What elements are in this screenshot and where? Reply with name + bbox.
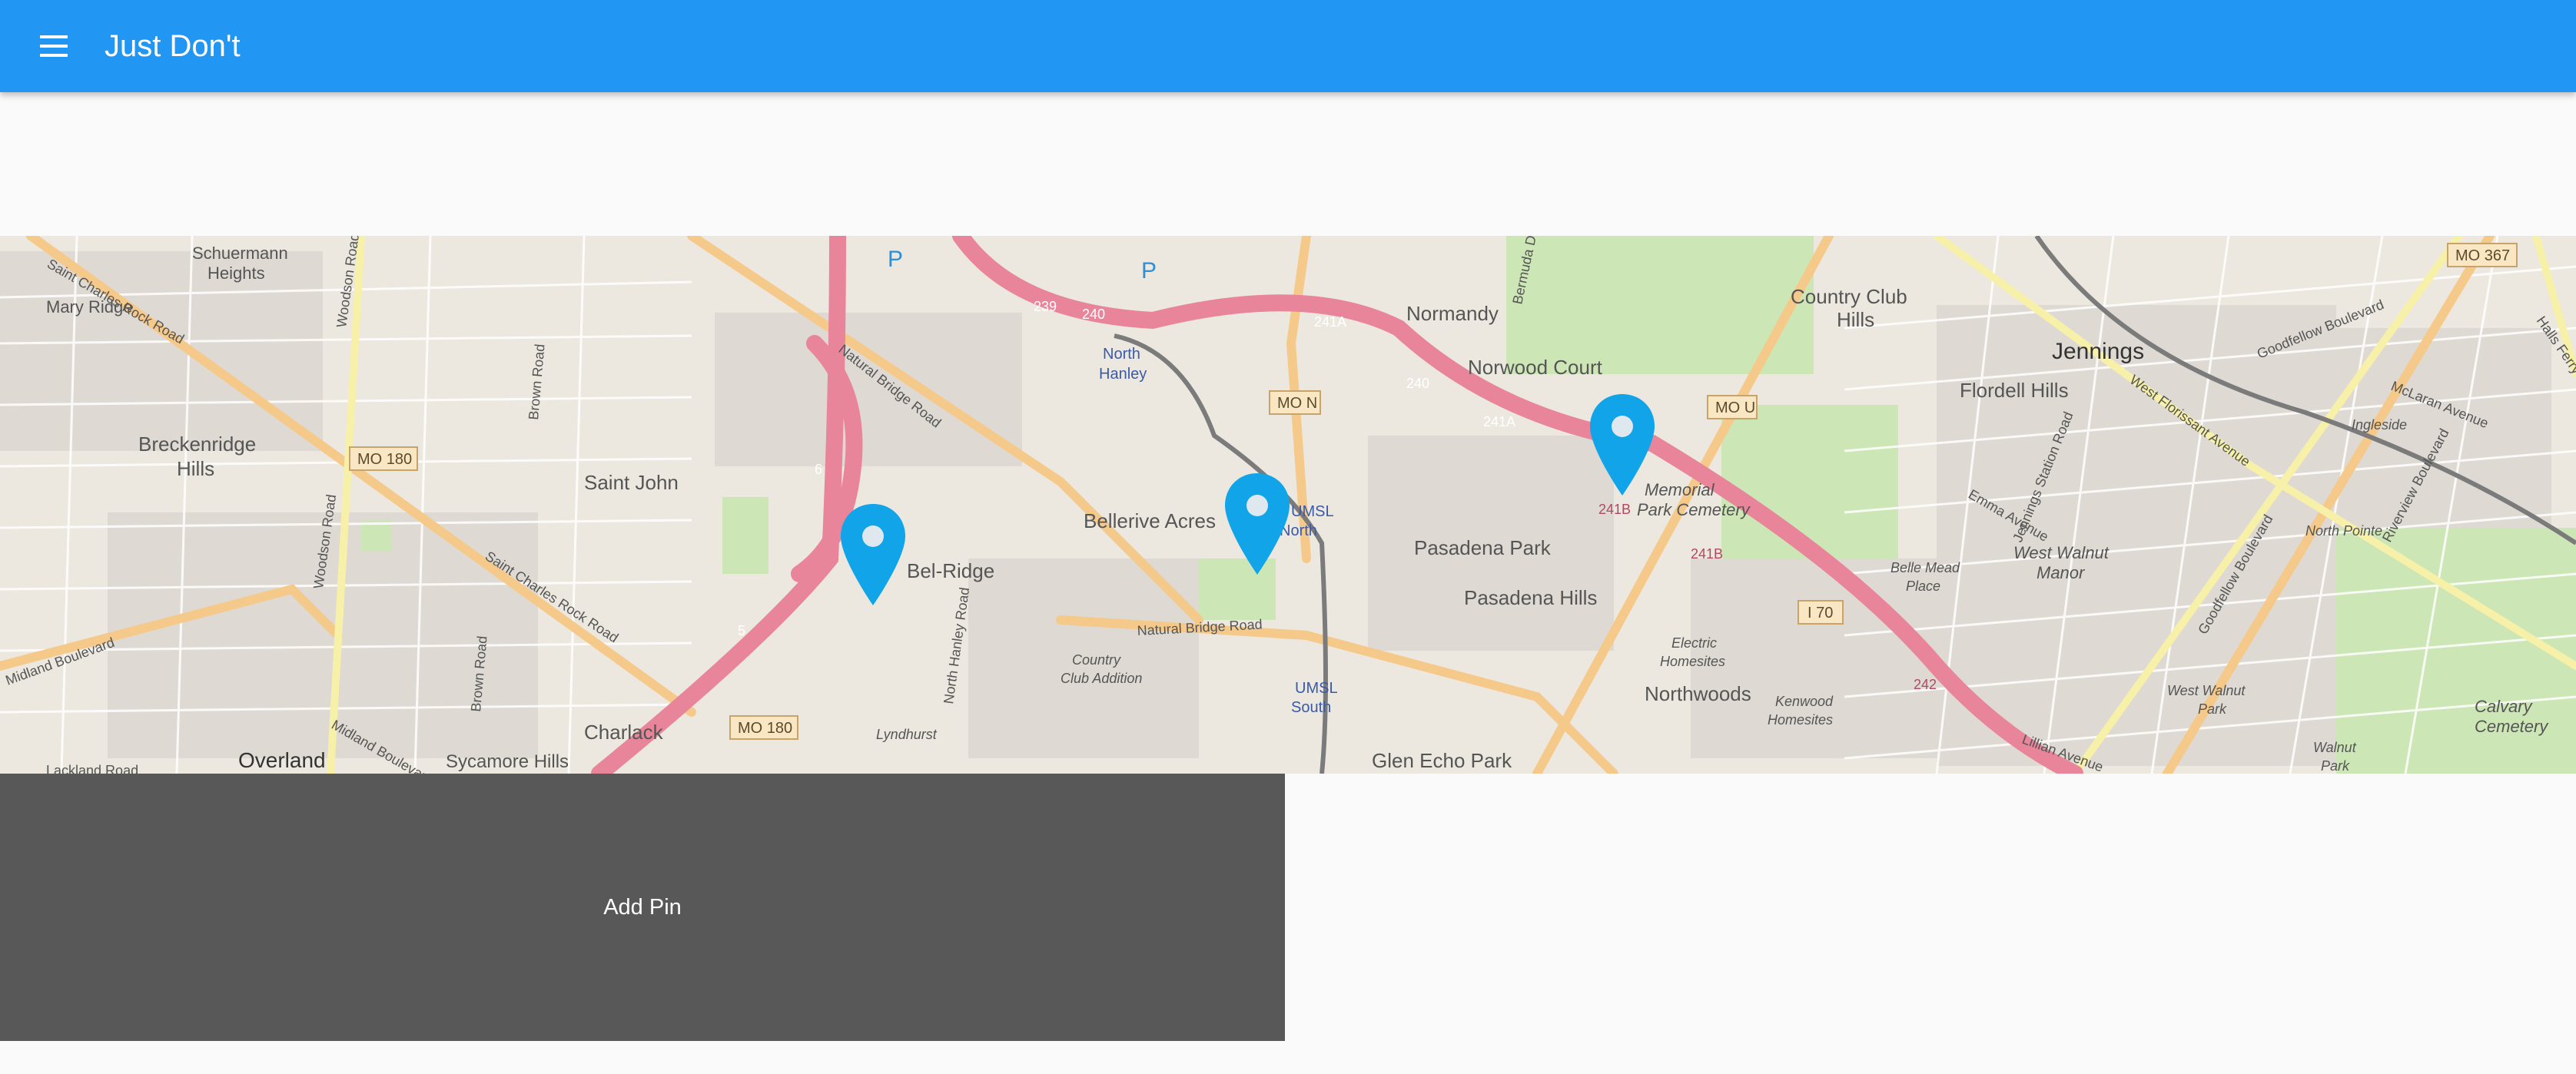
svg-text:MO 180: MO 180 (738, 720, 792, 737)
add-pin-label: Add Pin (603, 894, 682, 920)
svg-text:UMSL: UMSL (1295, 680, 1338, 697)
svg-text:Country Club: Country Club (1791, 285, 1907, 308)
map-pin-marker[interactable] (1587, 391, 1658, 499)
map-view[interactable]: Schuermann Heights Mary Ridge Breckenrid… (0, 236, 2576, 774)
svg-text:UMSL: UMSL (1291, 503, 1334, 520)
svg-text:Electric: Electric (1671, 635, 1717, 651)
svg-text:241B: 241B (1598, 502, 1631, 517)
svg-text:240: 240 (1406, 376, 1429, 391)
svg-text:Hills: Hills (177, 457, 214, 480)
svg-text:Manor: Manor (2037, 563, 2086, 582)
svg-text:Ingleside: Ingleside (2352, 417, 2407, 433)
svg-text:Bel-Ridge: Bel-Ridge (907, 559, 994, 582)
svg-text:Heights: Heights (207, 264, 265, 283)
svg-text:Charlack: Charlack (584, 721, 664, 744)
svg-text:Lyndhurst: Lyndhurst (876, 727, 938, 742)
svg-text:Park Cemetery: Park Cemetery (1637, 500, 1751, 519)
svg-text:Breckenridge: Breckenridge (138, 433, 256, 456)
svg-text:5: 5 (738, 623, 745, 638)
svg-text:Hanley: Hanley (1099, 366, 1147, 383)
svg-text:Homesites: Homesites (1768, 712, 1833, 728)
svg-text:Calvary: Calvary (2475, 697, 2534, 716)
svg-text:Overland: Overland (238, 748, 326, 772)
svg-text:MO N: MO N (1277, 395, 1317, 412)
svg-text:Cemetery: Cemetery (2475, 717, 2549, 736)
hamburger-menu-icon (40, 35, 68, 57)
svg-text:P: P (1141, 258, 1157, 283)
svg-text:Hills: Hills (1837, 308, 1874, 331)
svg-text:I 70: I 70 (1808, 605, 1833, 622)
svg-text:239: 239 (1034, 299, 1057, 314)
svg-text:West Walnut: West Walnut (2167, 683, 2246, 698)
app-title: Just Don't (105, 29, 241, 63)
svg-text:Park: Park (2321, 758, 2350, 774)
svg-text:Belle Mead: Belle Mead (1891, 560, 1960, 575)
svg-text:P: P (888, 247, 903, 272)
svg-text:Pasadena Park: Pasadena Park (1414, 536, 1552, 559)
svg-text:Northwoods: Northwoods (1645, 682, 1751, 705)
map-pin-marker[interactable] (1222, 470, 1293, 578)
svg-text:Bellerive Acres: Bellerive Acres (1084, 509, 1216, 532)
svg-text:Jennings: Jennings (2052, 339, 2144, 364)
app-bar: Just Don't (0, 0, 2576, 92)
svg-text:Walnut: Walnut (2313, 740, 2357, 755)
svg-text:North Pointe: North Pointe (2305, 523, 2382, 539)
svg-text:Lackland Road: Lackland Road (46, 763, 138, 774)
svg-text:Kenwood: Kenwood (1775, 694, 1834, 709)
svg-text:Homesites: Homesites (1660, 654, 1725, 669)
svg-text:Park: Park (2198, 701, 2227, 717)
svg-text:West Walnut: West Walnut (2013, 543, 2110, 562)
svg-text:MO U: MO U (1715, 399, 1755, 416)
svg-text:Club Addition: Club Addition (1061, 671, 1142, 686)
svg-text:Normandy: Normandy (1406, 302, 1499, 325)
svg-text:South: South (1291, 699, 1331, 716)
add-pin-button[interactable]: Add Pin (0, 774, 1285, 1041)
svg-text:Schuermann: Schuermann (192, 244, 288, 263)
svg-text:Sycamore Hills: Sycamore Hills (446, 751, 569, 772)
svg-text:241A: 241A (1483, 414, 1515, 429)
svg-text:North: North (1103, 346, 1140, 363)
svg-text:242: 242 (1914, 677, 1937, 692)
map-pin-marker[interactable] (838, 501, 908, 608)
svg-text:Saint John: Saint John (584, 471, 679, 494)
svg-text:Norwood Court: Norwood Court (1468, 356, 1603, 379)
svg-text:240: 240 (1082, 307, 1105, 322)
svg-text:6: 6 (815, 462, 822, 477)
svg-text:Flordell Hills: Flordell Hills (1960, 379, 2069, 402)
svg-text:241B: 241B (1691, 546, 1723, 562)
svg-text:MO 180: MO 180 (357, 451, 412, 468)
svg-text:Country: Country (1072, 652, 1121, 668)
svg-text:Pasadena Hills: Pasadena Hills (1464, 586, 1597, 609)
svg-text:241A: 241A (1314, 314, 1346, 330)
svg-text:Glen Echo Park: Glen Echo Park (1372, 749, 1512, 772)
svg-text:Place: Place (1906, 578, 1940, 594)
menu-button[interactable] (25, 17, 83, 75)
svg-text:MO 367: MO 367 (2455, 247, 2510, 264)
